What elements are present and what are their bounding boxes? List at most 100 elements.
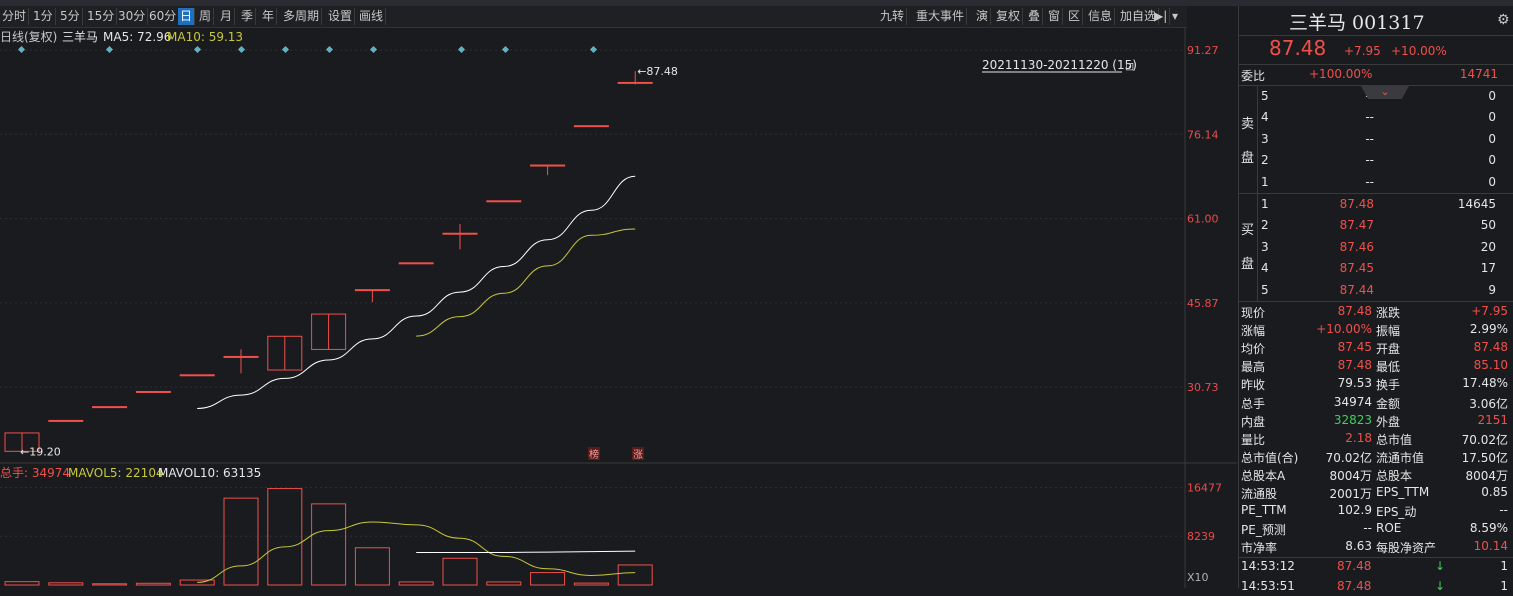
tick-row: 14:53:51 87.48 ↓ 1 (1239, 578, 1513, 596)
quote-title: 三羊马 001317 (1289, 12, 1425, 34)
ma5-line (197, 175, 636, 409)
quote-panel: 三羊马 001317 ⚙ 87.48 +7.95 +10.00% 委比 +100… (1238, 6, 1513, 593)
toolbar-button[interactable]: 复权 (994, 8, 1024, 25)
toolbar-button[interactable]: 九转 (878, 8, 908, 25)
period-tab[interactable]: 15分 (85, 8, 118, 25)
stat-row: 总手 34974 金额 3.06亿 (1239, 394, 1513, 412)
period-label: 日线(复权) (0, 30, 57, 44)
weicha-value: 14741 (1459, 67, 1498, 81)
stat-key: 量比 (1241, 432, 1266, 447)
order-volume: 14645 (1457, 197, 1496, 211)
mavol10-line (416, 550, 636, 554)
stat-value: 102.9 (1337, 503, 1372, 518)
toolbar-button[interactable]: 信息 (1086, 8, 1116, 25)
order-price: 87.45 (1339, 261, 1374, 276)
order-level: 3 (1261, 131, 1269, 146)
period-tab[interactable]: 多周期 (281, 8, 323, 25)
candle-body (486, 200, 522, 203)
order-row[interactable]: 4 -- 0 (1239, 107, 1513, 128)
order-row[interactable]: 3 -- 0 (1239, 129, 1513, 150)
chart-pane: 91.27 76.14 61.00 45.87 30.73 16477 8239 X10 日线(… (0, 28, 1237, 588)
order-volume: 50 (1480, 218, 1496, 233)
side-divider (1257, 86, 1258, 301)
stat-value: +7.95 (1471, 304, 1508, 318)
order-volume: 0 (1488, 131, 1496, 146)
price-axis-label: 76.14 (1187, 128, 1219, 141)
candle-body (179, 374, 215, 377)
period-tab[interactable]: 1分 (31, 8, 56, 25)
stat-row: PE_预测 -- ROE 8.59% (1239, 520, 1513, 538)
volume-bar (4, 581, 40, 586)
order-volume: 9 (1488, 282, 1496, 297)
pin-icon[interactable]: ▶| (1152, 8, 1171, 25)
collapse-chevron-icon[interactable]: ⌄ (1361, 86, 1409, 99)
sell-side-label: 卖 (1241, 117, 1255, 132)
volume-bar (135, 582, 171, 586)
candle-body (223, 355, 259, 358)
stat-value: 70.02亿 (1461, 432, 1508, 447)
order-row[interactable]: 3 87.46 20 (1239, 237, 1513, 258)
chevron-down-icon[interactable]: ▾ (1170, 8, 1180, 25)
volume-bar (311, 503, 347, 586)
order-row[interactable]: 2 87.47 50 (1239, 215, 1513, 236)
candle-body (48, 419, 84, 422)
toolbar-button[interactable]: 区 (1066, 8, 1084, 25)
period-tab[interactable]: 季 (239, 8, 257, 25)
period-tab[interactable]: 年 (260, 8, 278, 25)
vol-legend-total: 总手: 34974 (0, 466, 70, 480)
stat-value: 87.48 (1337, 304, 1372, 318)
toolbar-button[interactable]: 演 (974, 8, 992, 25)
gear-icon[interactable]: ⚙ (1497, 12, 1510, 28)
stat-key: 换手 (1376, 378, 1401, 393)
period-tab[interactable]: 画线 (357, 8, 387, 25)
order-volume: 0 (1488, 174, 1496, 189)
order-row[interactable]: 5 87.44 9 (1239, 280, 1513, 301)
stat-key: 开盘 (1376, 342, 1401, 357)
stat-key: 每股净资产 (1376, 541, 1437, 556)
period-tab[interactable]: 月 (218, 8, 236, 25)
stat-value: 10.14 (1473, 539, 1508, 554)
period-tab[interactable]: 5分 (58, 8, 83, 25)
vol-axis-label: 8239 (1187, 530, 1215, 543)
order-row[interactable]: 1 87.48 14645 (1239, 194, 1513, 215)
stat-row: PE_TTM 102.9 EPS_动 -- (1239, 502, 1513, 520)
weibi-label: 委比 (1241, 69, 1266, 83)
stat-key: 市净率 (1241, 541, 1278, 556)
order-row[interactable]: 1 -- 0 (1239, 172, 1513, 193)
stat-key: 涨跌 (1376, 306, 1401, 320)
stat-value: 8.63 (1345, 539, 1372, 554)
period-tab[interactable]: 分时 (0, 8, 30, 25)
event-diamond (281, 45, 290, 54)
toolbar-button[interactable]: 叠 (1026, 8, 1044, 25)
stat-value: 2001万 (1329, 487, 1372, 501)
period-tab[interactable]: 设置 (326, 8, 356, 25)
stat-row: 均价 87.45 开盘 87.48 (1239, 339, 1513, 357)
toolbar-button[interactable]: 窗 (1046, 8, 1064, 25)
stat-key: ROE (1376, 521, 1402, 536)
period-tab[interactable]: 周 (197, 8, 215, 25)
stat-value: 32823 (1333, 412, 1372, 427)
legend-ma5: MA5: 72.96 (103, 30, 171, 44)
tick-volume: 1 (1500, 579, 1508, 593)
order-row[interactable]: 2 -- 0 (1239, 150, 1513, 171)
period-tab[interactable]: 30分 (116, 8, 149, 25)
order-level: 5 (1261, 282, 1269, 297)
toolbar-button[interactable]: 重大事件 (914, 8, 968, 25)
volume-bar (486, 581, 522, 586)
candle-body (573, 125, 609, 128)
period-tab[interactable]: 60分 (147, 8, 180, 25)
order-volume: 0 (1488, 153, 1496, 168)
quote-price: 87.48 (1269, 36, 1327, 60)
candle-body (354, 289, 390, 292)
vol-axis-unit: X10 (1187, 571, 1209, 584)
event-diamond (589, 45, 598, 54)
order-row[interactable]: 4 87.45 17 (1239, 258, 1513, 279)
stat-value: 34974 (1333, 394, 1372, 409)
event-diamond (457, 45, 466, 54)
volume-bar (354, 547, 390, 586)
tick-row: 14:53:12 87.48 ↓ 1 (1239, 558, 1513, 576)
zhang-tag: 涨 (633, 449, 643, 461)
kline-chart-svg[interactable]: 91.27 76.14 61.00 45.87 30.73 16477 8239 X10 日线(… (0, 28, 1237, 588)
period-tab[interactable]: 日 (178, 8, 196, 25)
stat-row: 总股本A 8004万 总股本 8004万 (1239, 466, 1513, 484)
